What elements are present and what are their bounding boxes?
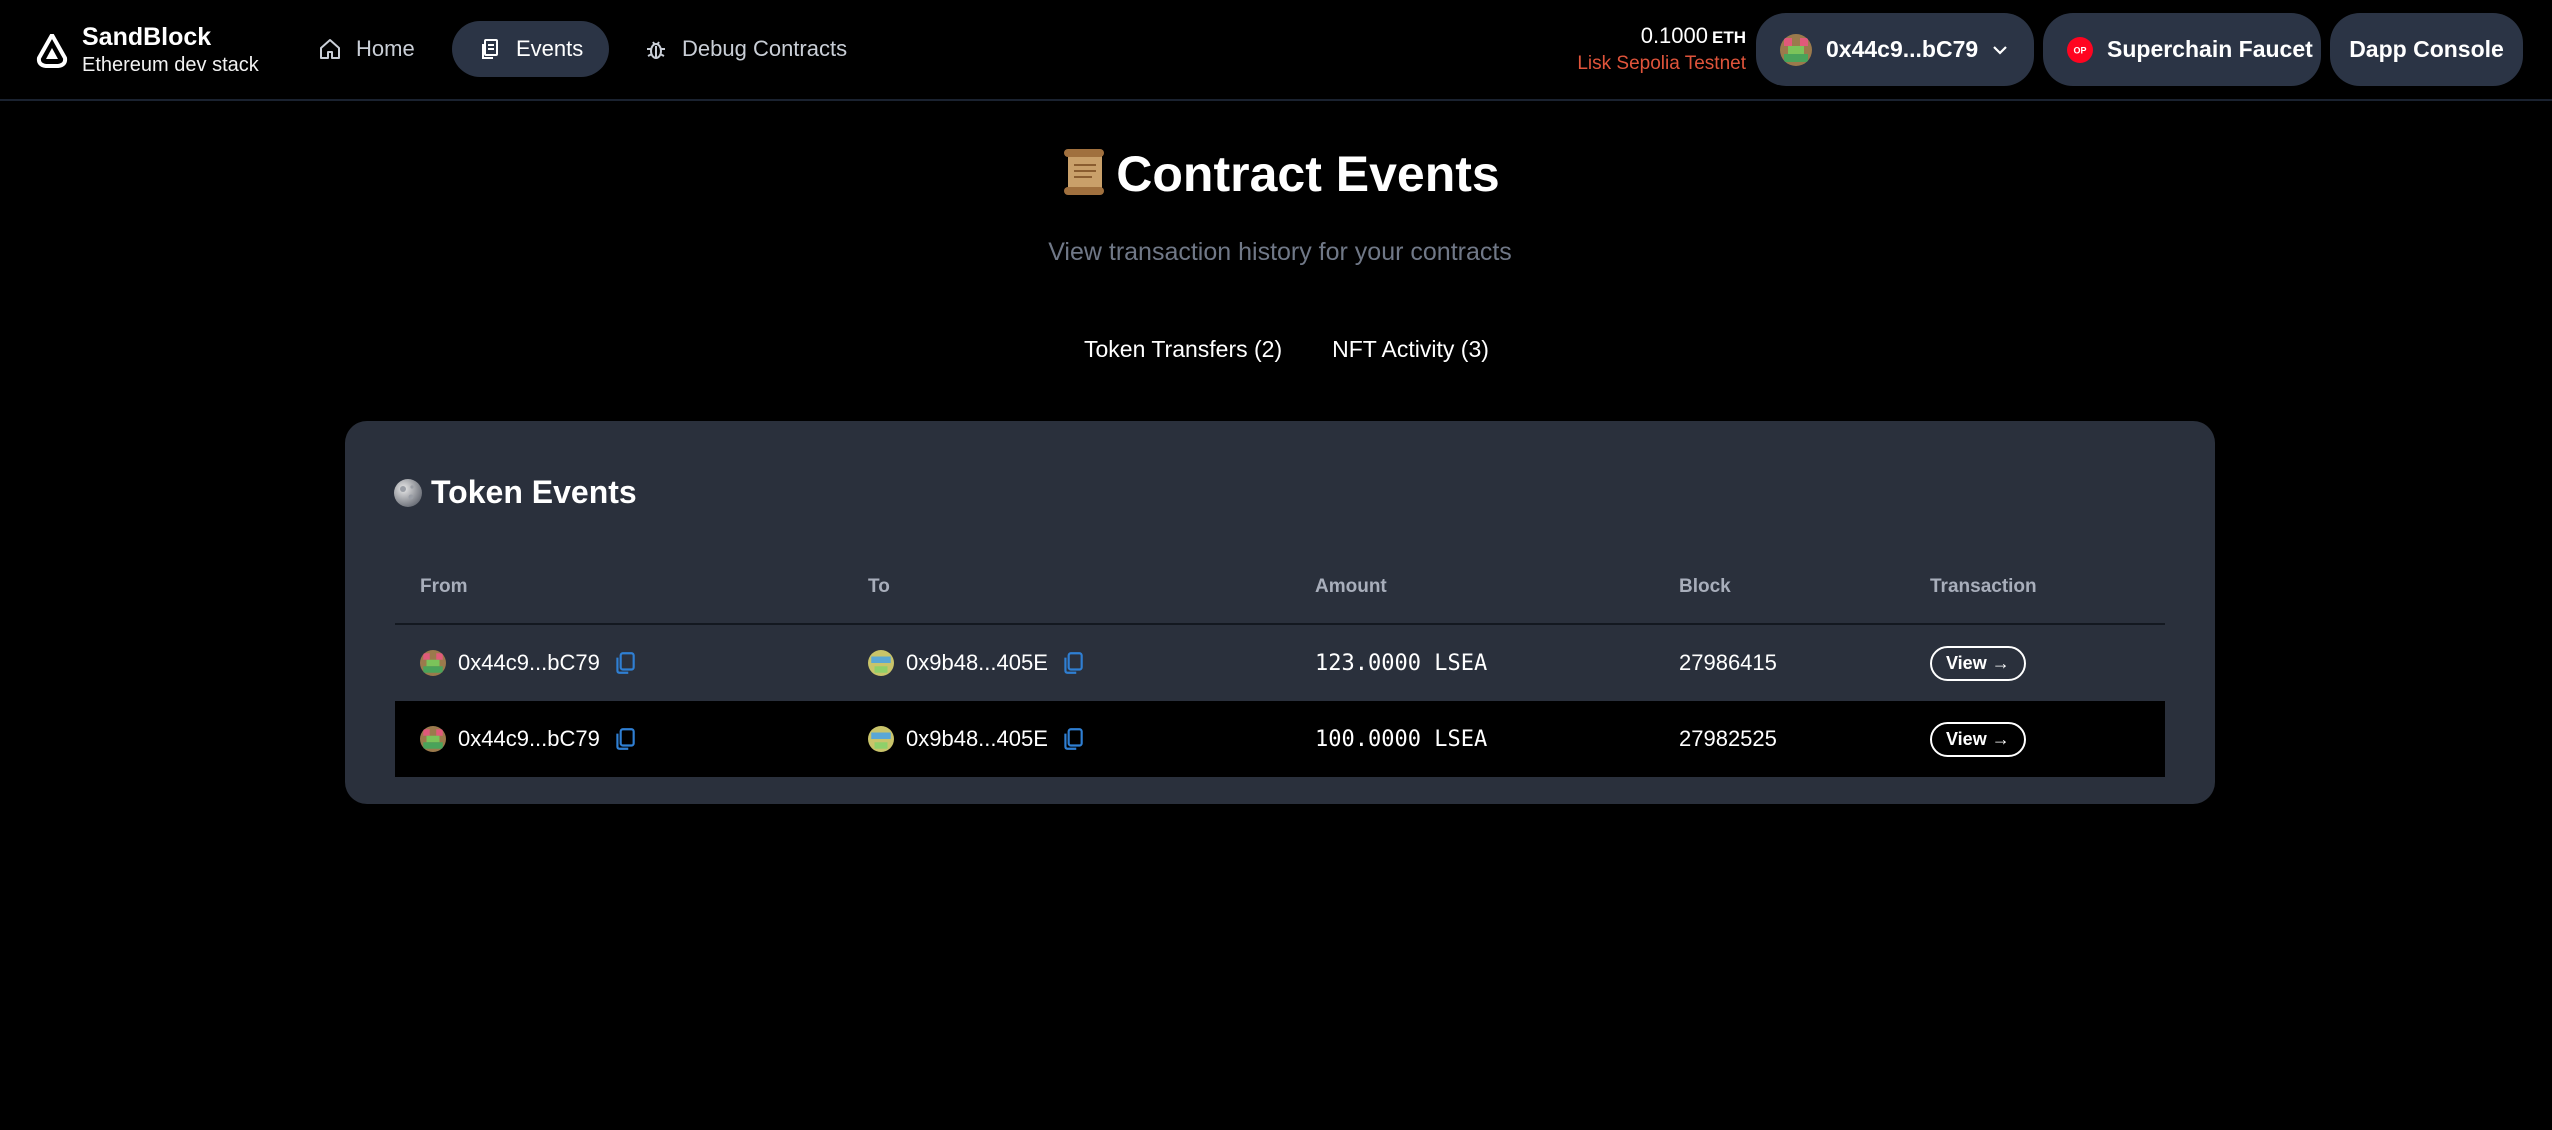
to-address: 0x9b48...405E: [906, 726, 1048, 751]
scroll-icon: [1064, 149, 1105, 195]
op-logo-icon: OP: [2067, 36, 2093, 63]
brand-title: SandBlock: [82, 23, 212, 51]
superchain-faucet-button[interactable]: OP Superchain Faucet: [2043, 13, 2321, 86]
home-icon: [320, 39, 340, 59]
col-transaction: Transaction: [1905, 551, 2165, 625]
page-subtitle: View transaction history for your contra…: [1048, 238, 1512, 266]
moon-icon: [394, 478, 422, 507]
amount-cell: 123.0000 LSEA: [1315, 650, 1488, 676]
to-avatar-icon: [868, 726, 894, 752]
view-transaction-button[interactable]: View →: [1930, 721, 2026, 757]
table-row: 0x44c9...bC79 0x9b48.: [395, 701, 2165, 777]
from-address: 0x44c9...bC79: [458, 650, 600, 675]
transaction-cell: View →: [1905, 624, 2165, 701]
event-tabs: Token Transfers (2) NFT Activity (3): [1084, 336, 1539, 363]
col-to: To: [843, 551, 1290, 625]
view-transaction-button[interactable]: View →: [1930, 645, 2026, 681]
wallet-balance[interactable]: 0.1000 ETH Lisk Sepolia Testnet: [1577, 22, 1746, 76]
nav-home-label: Home: [356, 36, 415, 61]
sandblock-logo-icon: [36, 34, 68, 68]
dapp-console-label: Dapp Console: [2349, 36, 2504, 62]
col-amount: Amount: [1290, 551, 1654, 625]
chevron-down-icon: [1993, 45, 2007, 55]
nav-debug-label: Debug Contracts: [682, 36, 848, 61]
faucet-label: Superchain Faucet: [2107, 36, 2313, 62]
balance-amount: 0.1000: [1640, 23, 1708, 48]
nav-events[interactable]: Events: [452, 21, 610, 77]
amount-cell: 100.0000 LSEA: [1315, 726, 1488, 752]
bug-icon: [647, 41, 665, 59]
brand-subtitle: Ethereum dev stack: [82, 54, 259, 76]
table-row: 0x44c9...bC79 0x9b48.: [395, 624, 2165, 701]
account-dropdown-button[interactable]: 0x44c9...bC79: [1756, 13, 2034, 86]
copy-icon[interactable]: [1060, 650, 1086, 676]
account-avatar-icon: [1780, 33, 1812, 66]
from-avatar-icon: [420, 726, 446, 752]
page-title: Contract Events: [0, 145, 2552, 203]
balance-unit: ETH: [1712, 28, 1746, 47]
from-address: 0x44c9...bC79: [458, 726, 600, 751]
network-name: Lisk Sepolia Testnet: [1577, 53, 1746, 74]
tab-nft-activity[interactable]: NFT Activity (3): [1332, 336, 1489, 363]
copy-icon[interactable]: [612, 726, 638, 752]
nav-events-label: Events: [516, 36, 584, 61]
to-cell: 0x9b48...405E: [843, 701, 1290, 777]
copy-icon[interactable]: [612, 650, 638, 676]
transaction-cell: View →: [1905, 701, 2165, 777]
to-address: 0x9b48...405E: [906, 650, 1048, 675]
col-from: From: [395, 551, 843, 625]
block-cell: 27982525: [1679, 726, 1777, 751]
col-block: Block: [1654, 551, 1905, 625]
nav-debug-contracts[interactable]: Debug Contracts: [618, 21, 873, 77]
card-title-text: Token Events: [431, 474, 637, 510]
table-header-row: From To Amount Block Transaction: [395, 551, 2165, 625]
block-cell: 27986415: [1679, 650, 1777, 675]
to-avatar-icon: [868, 650, 894, 676]
to-cell: 0x9b48...405E: [843, 624, 1290, 701]
dapp-console-button[interactable]: Dapp Console: [2330, 13, 2523, 86]
copy-icon[interactable]: [1060, 726, 1086, 752]
documents-icon: [482, 39, 498, 59]
svg-text:OP: OP: [2073, 45, 2086, 55]
account-address: 0x44c9...bC79: [1826, 36, 1979, 62]
nav-home[interactable]: Home: [292, 21, 441, 77]
from-cell: 0x44c9...bC79: [395, 624, 843, 701]
from-cell: 0x44c9...bC79: [395, 701, 843, 777]
token-events-card: Token Events From To Amount Block Transa…: [345, 421, 2215, 804]
tab-token-transfers[interactable]: Token Transfers (2): [1084, 336, 1282, 363]
from-avatar-icon: [420, 650, 446, 676]
card-title: Token Events: [393, 474, 637, 511]
page-title-text: Contract Events: [1116, 146, 1500, 202]
token-events-table: From To Amount Block Transaction 0x44c9.…: [395, 551, 2165, 777]
top-navbar: SandBlock Ethereum dev stack Home Events…: [0, 0, 2552, 101]
brand[interactable]: SandBlock Ethereum dev stack: [36, 22, 259, 78]
